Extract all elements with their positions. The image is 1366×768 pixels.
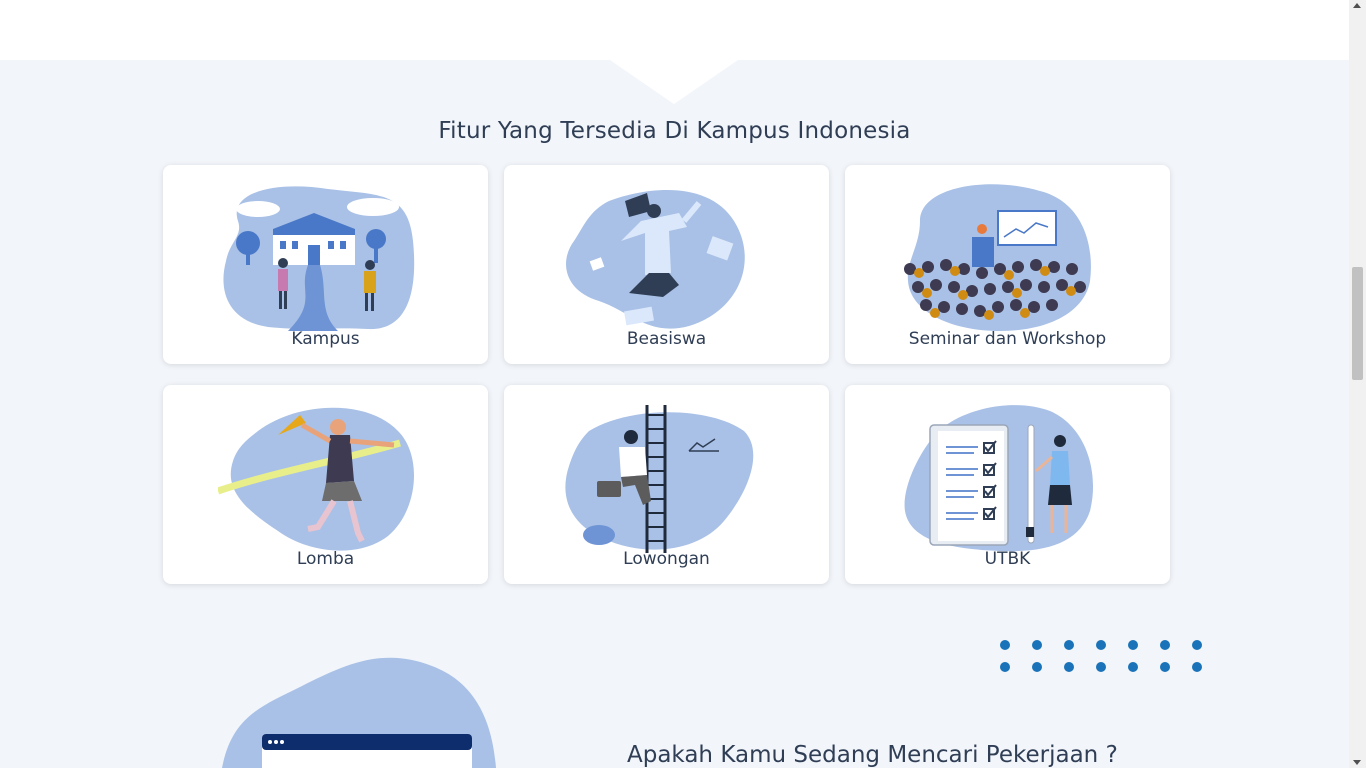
feature-label-lowongan: Lowongan: [623, 549, 710, 569]
feature-card-lomba[interactable]: Lomba: [163, 385, 488, 584]
section-title: Fitur Yang Tersedia Di Kampus Indonesia: [438, 118, 911, 144]
top-page-area: [0, 0, 1349, 60]
feature-label-utbk: UTBK: [984, 549, 1031, 569]
campus-illustration-icon: [223, 186, 415, 331]
feature-label-lomba: Lomba: [296, 549, 355, 569]
feature-card-lowongan[interactable]: Lowongan: [504, 385, 829, 584]
decorative-dots: [995, 635, 1210, 679]
competition-illustration-icon: [218, 407, 415, 551]
feature-label-kampus: Kampus: [291, 329, 360, 349]
scholarship-illustration-icon: [566, 189, 745, 329]
job-vacancy-illustration-icon: [565, 405, 754, 553]
feature-label-beasiswa: Beasiswa: [626, 329, 707, 349]
seminar-illustration-icon: [904, 184, 1091, 331]
scroll-up-arrow-icon[interactable]: [1353, 3, 1361, 8]
scroll-thumb[interactable]: [1352, 267, 1363, 380]
feature-card-seminar[interactable]: Seminar dan Workshop: [845, 165, 1170, 364]
section-notch: [610, 60, 738, 104]
job-search-heading: Apakah Kamu Sedang Mencari Pekerjaan ?: [627, 742, 1118, 768]
feature-card-utbk[interactable]: UTBK: [845, 385, 1170, 584]
job-search-illustration-icon: [222, 657, 496, 768]
feature-label-seminar: Seminar dan Workshop: [908, 329, 1107, 349]
exam-checklist-illustration-icon: [904, 405, 1094, 552]
scroll-down-arrow-icon[interactable]: [1353, 760, 1361, 765]
feature-card-beasiswa[interactable]: Beasiswa: [504, 165, 829, 364]
feature-card-kampus[interactable]: Kampus: [163, 165, 488, 364]
page-scrollbar[interactable]: [1349, 0, 1366, 768]
